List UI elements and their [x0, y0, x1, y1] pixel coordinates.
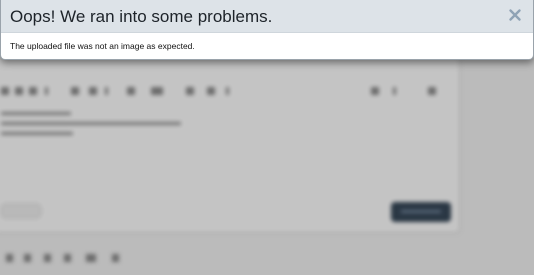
close-icon [505, 5, 525, 25]
dialog-body: The uploaded file was not an image as ex… [1, 33, 533, 59]
dialog-header: Oops! We ran into some problems. [1, 0, 533, 33]
dialog-title: Oops! We ran into some problems. [10, 7, 273, 26]
close-button[interactable] [505, 5, 525, 25]
dialog-message: The uploaded file was not an image as ex… [10, 41, 195, 51]
error-dialog: Oops! We ran into some problems. The upl… [0, 0, 534, 60]
